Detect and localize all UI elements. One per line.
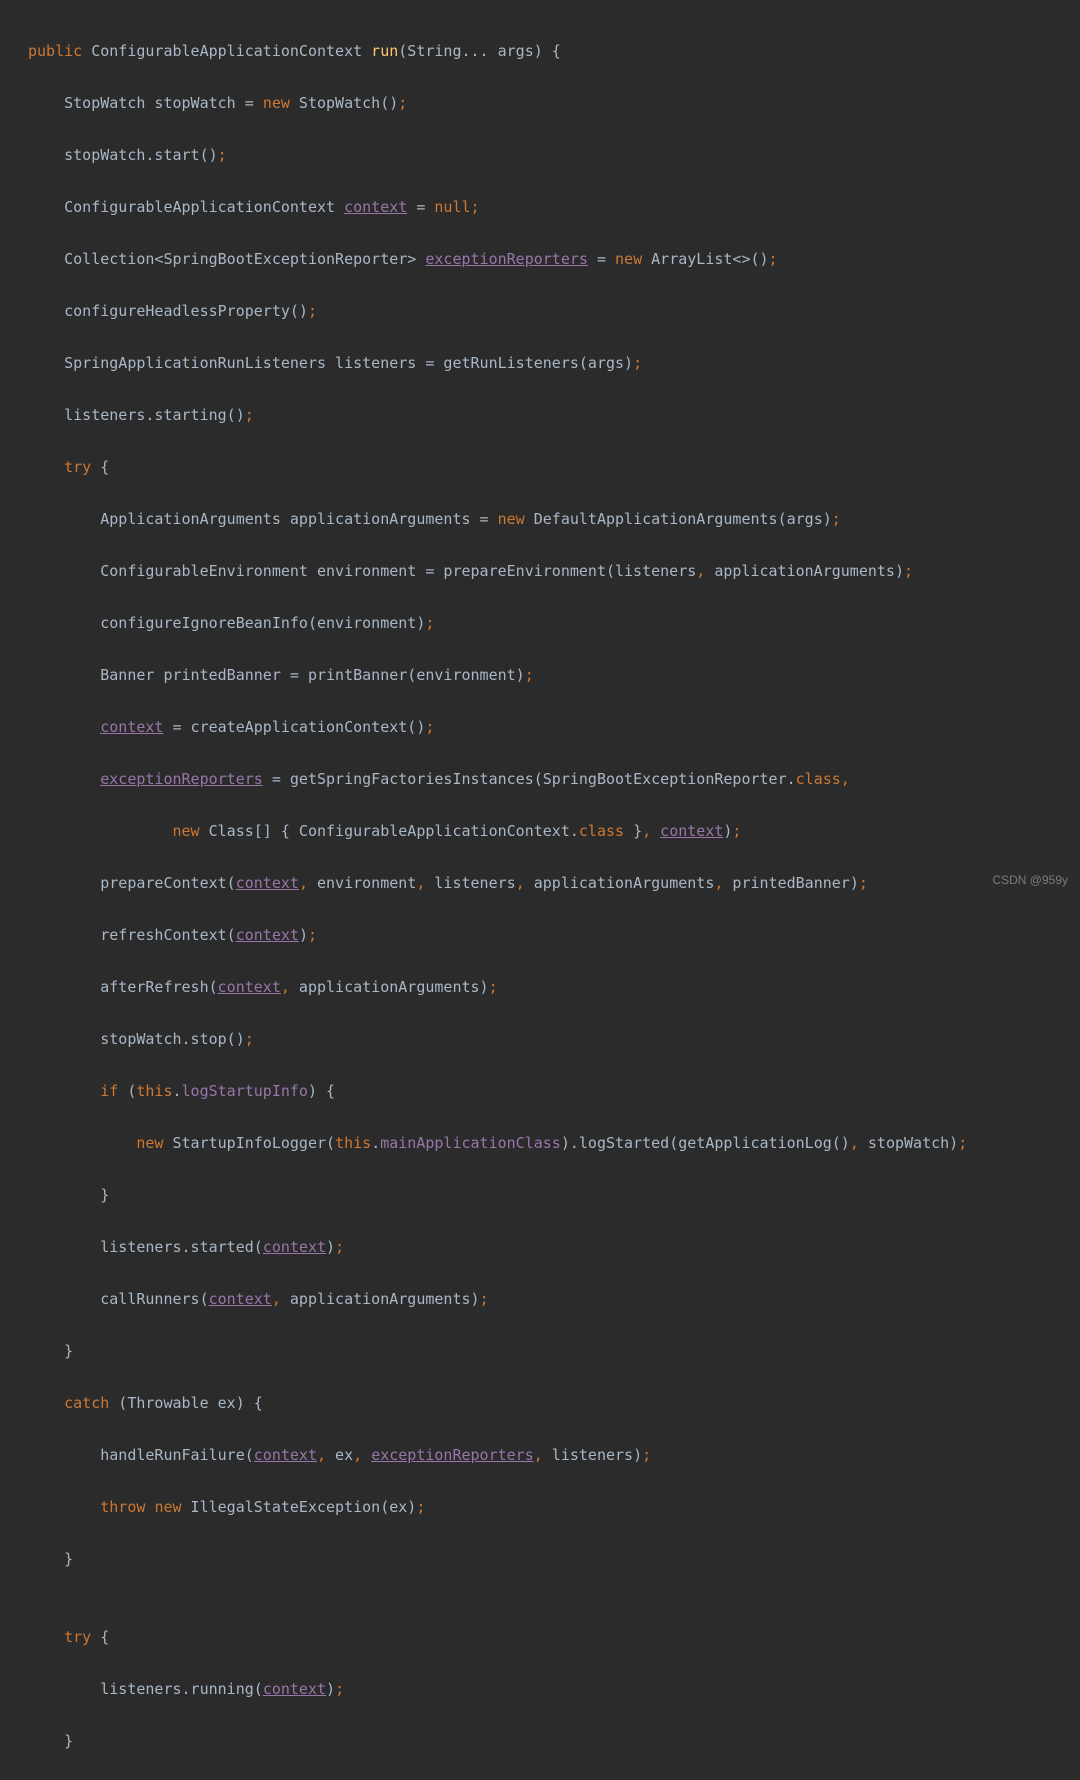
code-line: configureIgnoreBeanInfo(environment); [0, 610, 1080, 636]
code-line: Collection<SpringBootExceptionReporter> … [0, 246, 1080, 272]
code-line: exceptionReporters = getSpringFactoriesI… [0, 766, 1080, 792]
code-line: refreshContext(context); [0, 922, 1080, 948]
code-editor[interactable]: public ConfigurableApplicationContext ru… [0, 0, 1080, 1780]
code-line: try { [0, 454, 1080, 480]
keyword-catch: catch [64, 1394, 109, 1412]
code-line: SpringApplicationRunListeners listeners … [0, 350, 1080, 376]
code-line: prepareContext(context, environment, lis… [0, 870, 1080, 896]
code-line: stopWatch.stop(); [0, 1026, 1080, 1052]
code-line: public ConfigurableApplicationContext ru… [0, 38, 1080, 64]
code-line: new Class[] { ConfigurableApplicationCon… [0, 818, 1080, 844]
code-line: listeners.starting(); [0, 402, 1080, 428]
code-line: configureHeadlessProperty(); [0, 298, 1080, 324]
var-exception-reporters: exceptionReporters [425, 250, 588, 268]
code-line: ApplicationArguments applicationArgument… [0, 506, 1080, 532]
code-line: Banner printedBanner = printBanner(envir… [0, 662, 1080, 688]
code-line: afterRefresh(context, applicationArgumen… [0, 974, 1080, 1000]
code-line: } [0, 1728, 1080, 1754]
code-line: } [0, 1546, 1080, 1572]
code-line: listeners.started(context); [0, 1234, 1080, 1260]
method-name: run [371, 42, 398, 60]
code-line: listeners.running(context); [0, 1676, 1080, 1702]
code-line: throw new IllegalStateException(ex); [0, 1494, 1080, 1520]
code-line: stopWatch.start(); [0, 142, 1080, 168]
code-line: try { [0, 1624, 1080, 1650]
code-line: ConfigurableEnvironment environment = pr… [0, 558, 1080, 584]
code-line: if (this.logStartupInfo) { [0, 1078, 1080, 1104]
keyword-throw: throw [100, 1498, 145, 1516]
code-line: ConfigurableApplicationContext context =… [0, 194, 1080, 220]
code-line: context = createApplicationContext(); [0, 714, 1080, 740]
field-logstartupinfo: logStartupInfo [182, 1082, 308, 1100]
var-context: context [344, 198, 407, 216]
keyword-if: if [100, 1082, 118, 1100]
code-line: callRunners(context, applicationArgument… [0, 1286, 1080, 1312]
code-line: catch (Throwable ex) { [0, 1390, 1080, 1416]
keyword-try: try [64, 458, 91, 476]
field-mainapplicationclass: mainApplicationClass [380, 1134, 561, 1152]
code-line: } [0, 1182, 1080, 1208]
keyword-public: public [28, 42, 82, 60]
code-line: new StartupInfoLogger(this.mainApplicati… [0, 1130, 1080, 1156]
code-line: StopWatch stopWatch = new StopWatch(); [0, 90, 1080, 116]
code-line: handleRunFailure(context, ex, exceptionR… [0, 1442, 1080, 1468]
code-line: } [0, 1338, 1080, 1364]
watermark: CSDN @959y [992, 867, 1068, 893]
